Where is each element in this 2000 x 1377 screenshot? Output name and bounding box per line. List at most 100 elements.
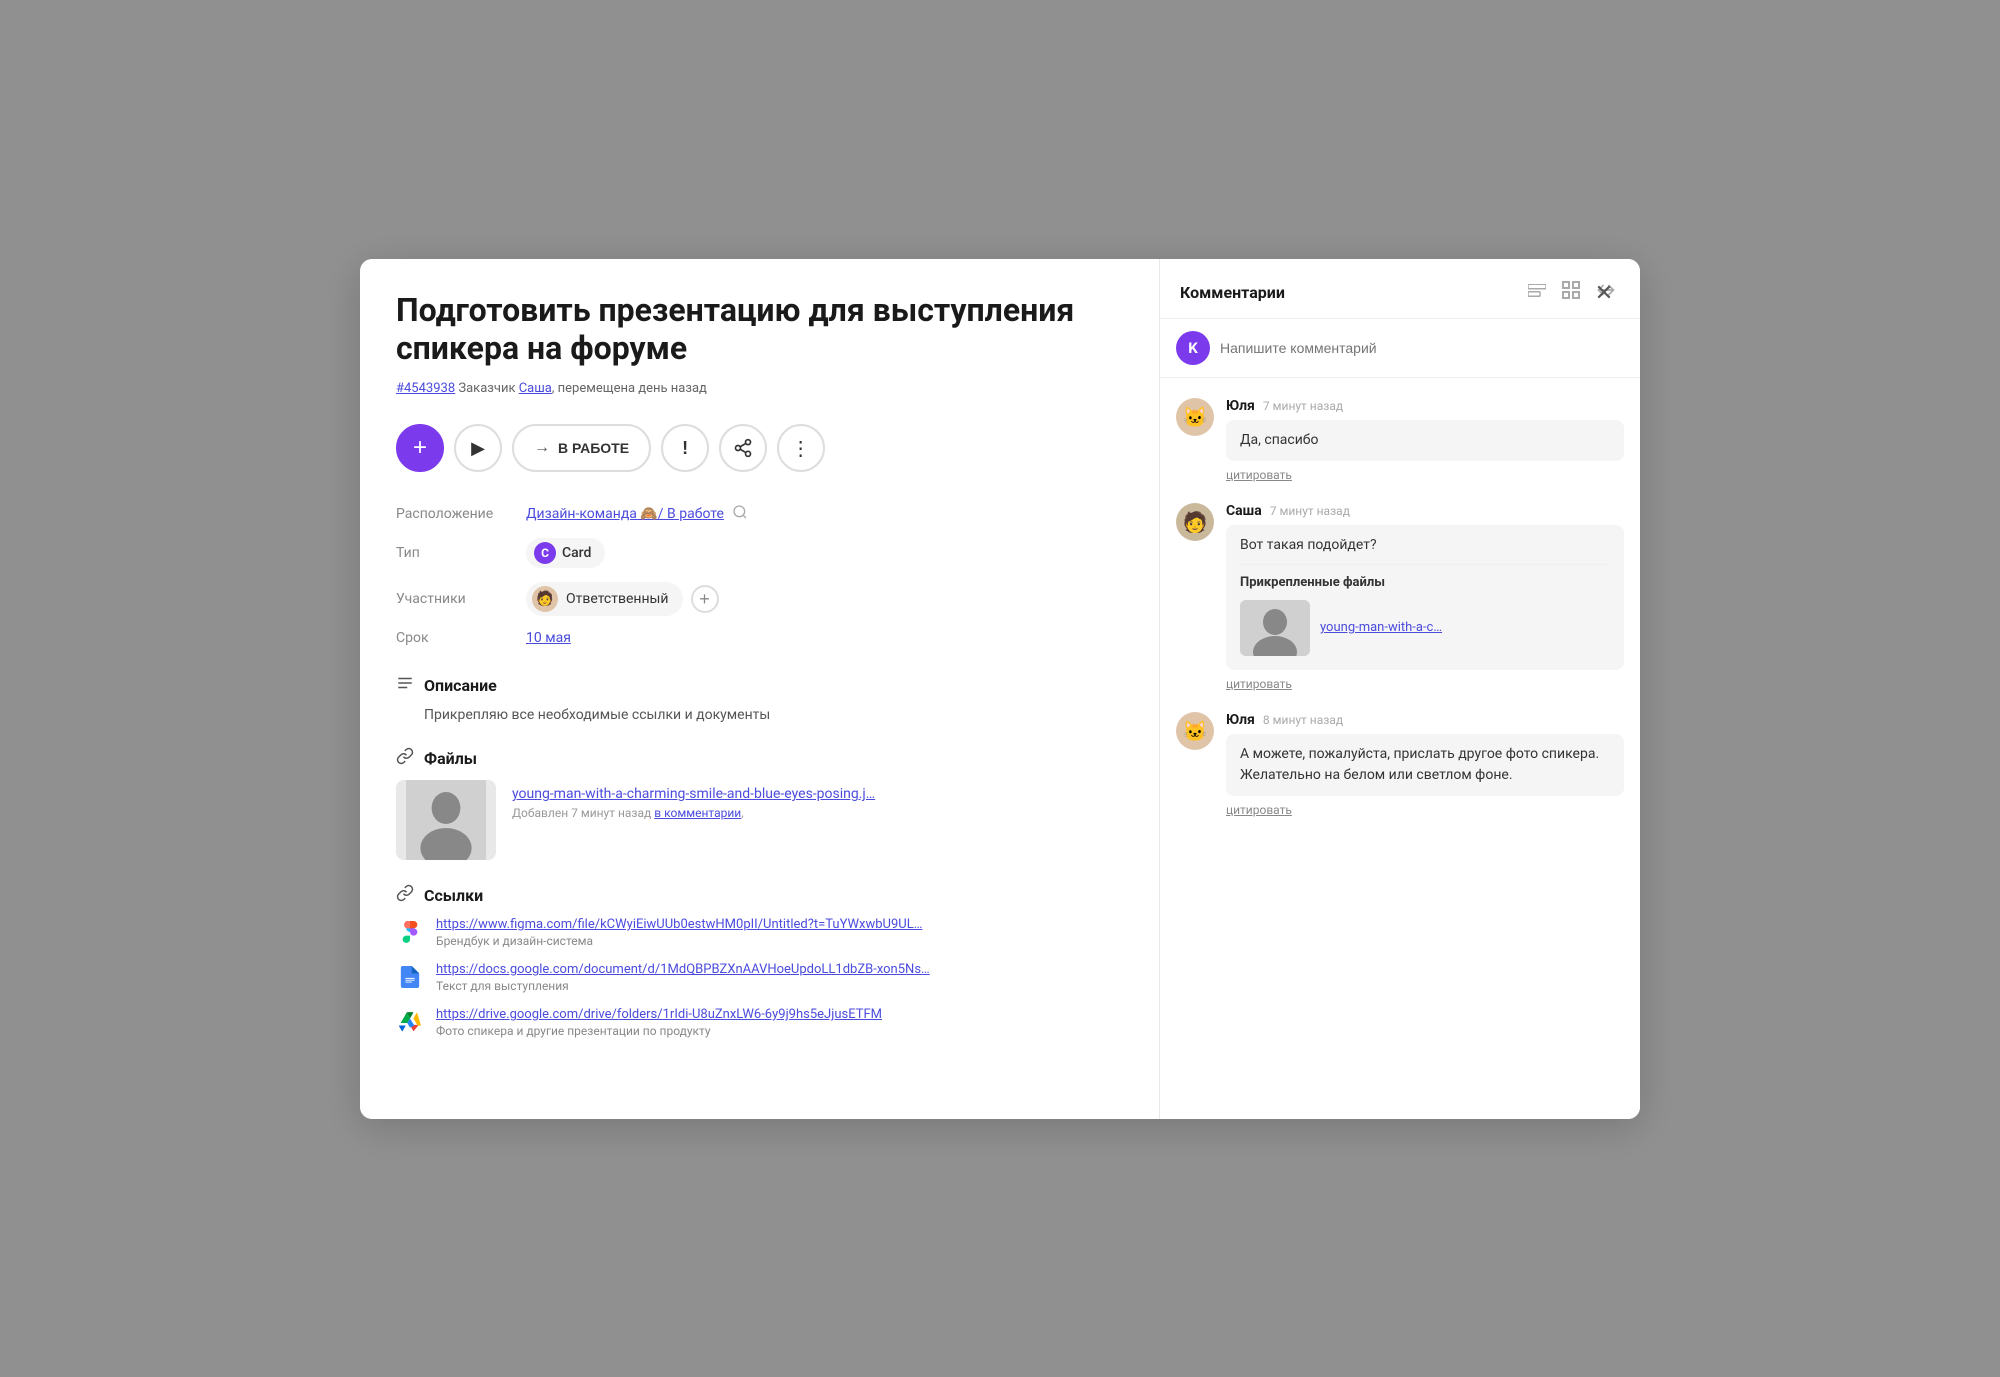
modal: ✕ Подготовить презентацию для выступлени…	[360, 259, 1640, 1119]
attachment-thumbnail	[1240, 600, 1310, 656]
files-header: Файлы	[396, 747, 1123, 770]
comment-quote-2[interactable]: цитировать	[1226, 803, 1292, 817]
view-grid-button[interactable]	[1558, 279, 1584, 306]
deadline-label: Срок	[396, 630, 526, 646]
comment-input[interactable]	[1220, 334, 1624, 362]
file-meta: Добавлен 7 минут назад в комментарии,	[512, 806, 875, 820]
field-deadline: Срок 10 мая	[396, 630, 1123, 646]
file-in-comments-link[interactable]: в комментарии	[654, 806, 741, 820]
fields-section: Расположение Дизайн-команда 🙈/ В работе …	[396, 504, 1123, 646]
links-title: Ссылки	[424, 886, 483, 905]
link-item-1: https://docs.google.com/document/d/1MdQB…	[396, 962, 1123, 993]
comment-item-2: 🐱 Юля 8 минут назад А можете, пожалуйста…	[1176, 712, 1624, 818]
type-icon: C	[534, 542, 556, 564]
links-icon	[396, 884, 414, 907]
task-actions: + ▶ → В РАБОТЕ ! ⋮	[396, 424, 1123, 472]
modal-overlay: ✕ Подготовить презентацию для выступлени…	[0, 0, 2000, 1377]
comment-author-1: Саша	[1226, 503, 1262, 519]
link-item-0: https://www.figma.com/file/kCWyiEiwUUb0e…	[396, 917, 1123, 948]
link-desc-1: Текст для выступления	[436, 979, 930, 993]
comment-author-2: Юля	[1226, 712, 1255, 728]
links-header: Ссылки	[396, 884, 1123, 907]
location-link[interactable]: Дизайн-команда 🙈/ В работе	[526, 506, 724, 522]
status-button[interactable]: → В РАБОТЕ	[512, 424, 651, 472]
gdrive-icon	[396, 1008, 424, 1036]
task-meta: #4543938 Заказчик Саша, перемещена день …	[396, 381, 1123, 396]
field-location: Расположение Дизайн-команда 🙈/ В работе	[396, 504, 1123, 524]
comment-quote-1[interactable]: цитировать	[1226, 677, 1292, 691]
link-item-2: https://drive.google.com/drive/folders/1…	[396, 1007, 1123, 1038]
participant-avatar: 🧑	[532, 586, 558, 612]
comment-meta-1: Саша 7 минут назад	[1226, 503, 1624, 519]
comment-avatar-0: 🐱	[1176, 398, 1214, 483]
link-url-2[interactable]: https://drive.google.com/drive/folders/1…	[436, 1007, 882, 1022]
comment-text-2: А можете, пожалуйста, прислать другое фо…	[1226, 734, 1624, 796]
share-icon	[733, 438, 753, 458]
file-name-link[interactable]: young-man-with-a-charming-smile-and-blue…	[512, 786, 875, 802]
comment-text-1: Вот такая подойдет? Прикрепленные файлы	[1226, 525, 1624, 671]
type-value: C Card	[526, 538, 605, 568]
comment-time-1: 7 минут назад	[1270, 504, 1350, 518]
current-user-avatar: K	[1176, 331, 1210, 365]
avatar-sasha: 🧑	[1176, 503, 1214, 541]
link-url-0[interactable]: https://www.figma.com/file/kCWyiEiwUUb0e…	[436, 917, 922, 932]
files-icon	[396, 747, 414, 770]
comment-author-0: Юля	[1226, 398, 1255, 414]
list-view-icon	[1528, 284, 1546, 298]
comment-time-0: 7 минут назад	[1263, 399, 1343, 413]
deadline-link[interactable]: 10 мая	[526, 630, 571, 646]
comment-avatar-1: 🧑	[1176, 503, 1214, 693]
comments-header: Комментарии	[1160, 259, 1640, 319]
link-url-1[interactable]: https://docs.google.com/document/d/1MdQB…	[436, 962, 930, 977]
add-participant-button[interactable]: +	[691, 585, 719, 613]
file-item: young-man-with-a-charming-smile-and-blue…	[396, 780, 1123, 860]
add-button[interactable]: +	[396, 424, 444, 472]
file-thumbnail	[396, 780, 496, 860]
comment-thumb	[1240, 600, 1310, 656]
comment-body-0: Юля 7 минут назад Да, спасибо цитировать	[1226, 398, 1624, 483]
comment-attachment: young-man-with-a-c…	[1240, 600, 1610, 656]
share-button[interactable]	[719, 424, 767, 472]
grid-view-icon	[1562, 281, 1580, 299]
comment-quote-0[interactable]: цитировать	[1226, 468, 1292, 482]
comments-title: Комментарии	[1180, 283, 1285, 302]
participant-badge[interactable]: 🧑 Ответственный	[526, 582, 683, 616]
close-button[interactable]: ✕	[1588, 277, 1620, 309]
link-content-2: https://drive.google.com/drive/folders/1…	[436, 1007, 882, 1038]
avatar-yulia-2: 🐱	[1176, 712, 1214, 750]
view-list-button[interactable]	[1524, 280, 1550, 305]
alert-button[interactable]: !	[661, 424, 709, 472]
comments-list: 🐱 Юля 7 минут назад Да, спасибо цитирова…	[1160, 378, 1640, 1119]
left-panel: Подготовить презентацию для выступления …	[360, 259, 1160, 1119]
comment-time-2: 8 минут назад	[1263, 713, 1343, 727]
participants-value: 🧑 Ответственный +	[526, 582, 719, 616]
description-section: Описание Прикрепляю все необходимые ссыл…	[396, 674, 1123, 723]
play-button[interactable]: ▶	[454, 424, 502, 472]
more-button[interactable]: ⋮	[777, 424, 825, 472]
link-content-1: https://docs.google.com/document/d/1MdQB…	[436, 962, 930, 993]
type-label: Тип	[396, 545, 526, 561]
type-badge[interactable]: C Card	[526, 538, 605, 568]
type-text: Card	[562, 545, 591, 561]
client-link[interactable]: Саша	[519, 381, 552, 396]
location-label: Расположение	[396, 506, 526, 522]
task-id-link[interactable]: #4543938	[396, 381, 455, 396]
gdocs-icon	[396, 963, 424, 991]
search-icon[interactable]	[732, 504, 748, 524]
files-section: Файлы young-man-with-a-charming-smile-an…	[396, 747, 1123, 860]
comment-item-0: 🐱 Юля 7 минут назад Да, спасибо цитирова…	[1176, 398, 1624, 483]
link-desc-0: Брендбук и дизайн-система	[436, 934, 922, 948]
more-icon: ⋮	[791, 436, 812, 461]
comment-file-link[interactable]: young-man-with-a-c…	[1320, 618, 1442, 638]
comment-item-1: 🧑 Саша 7 минут назад Вот такая подойдет?…	[1176, 503, 1624, 693]
description-text: Прикрепляю все необходимые ссылки и доку…	[424, 707, 1123, 723]
comment-body-1: Саша 7 минут назад Вот такая подойдет? П…	[1226, 503, 1624, 693]
figma-icon	[396, 918, 424, 946]
comment-input-area: K	[1160, 319, 1640, 378]
description-icon	[396, 674, 414, 697]
attached-files-label: Прикрепленные файлы	[1240, 573, 1610, 593]
comment-text-0: Да, спасибо	[1226, 420, 1624, 461]
description-title: Описание	[424, 676, 497, 695]
task-title: Подготовить презентацию для выступления …	[396, 291, 1076, 368]
link-desc-2: Фото спикера и другие презентации по про…	[436, 1024, 882, 1038]
